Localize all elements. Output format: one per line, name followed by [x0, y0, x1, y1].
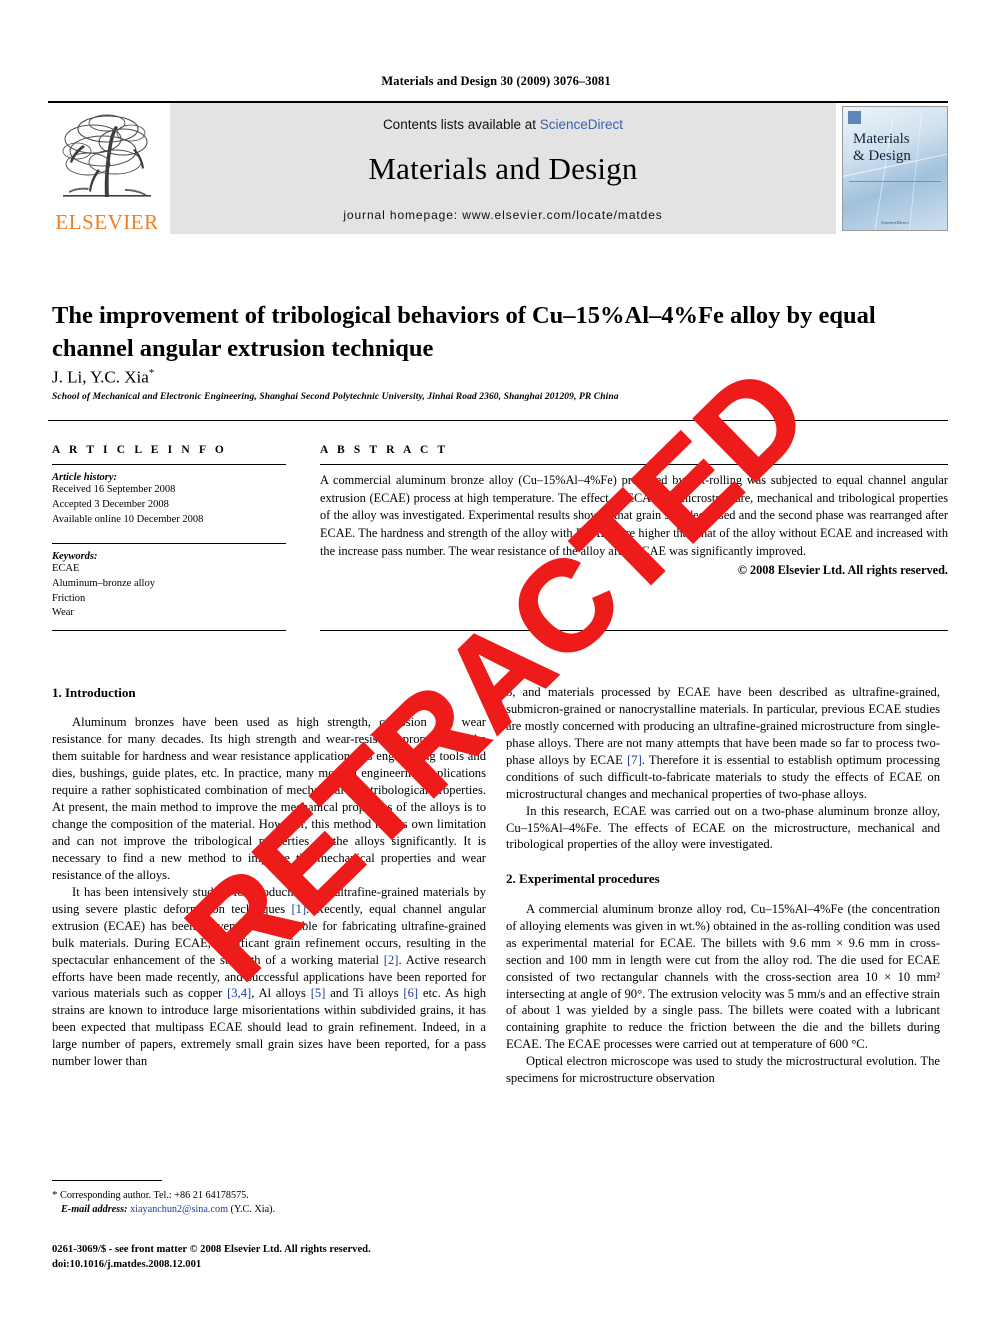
imprint-line-2[interactable]: doi:10.1016/j.matdes.2008.12.001	[52, 1258, 492, 1273]
page-title: The improvement of tribological behavior…	[52, 302, 876, 362]
paragraph: 8, and materials processed by ECAE have …	[506, 684, 940, 803]
elsevier-tree-icon	[53, 109, 161, 206]
paragraph: A commercial aluminum bronze alloy rod, …	[506, 901, 940, 1052]
citation-ref[interactable]: [3,4]	[227, 986, 251, 1000]
keyword-item: Friction	[52, 592, 86, 604]
article-info-divider-bottom	[52, 630, 286, 631]
corresponding-author-note: * Corresponding author. Tel.: +86 21 641…	[52, 1188, 492, 1203]
abstract-copyright: © 2008 Elsevier Ltd. All rights reserved…	[737, 562, 948, 577]
email-note: E-mail address: xiayanchun2@sina.com (Y.…	[52, 1203, 492, 1217]
citation-ref[interactable]: [2]	[384, 953, 399, 967]
paragraph: It has been intensively studied for prod…	[52, 884, 486, 1070]
article-info-column: A R T I C L E I N F O Article history: R…	[52, 444, 286, 623]
body-column-left: 1. Introduction Aluminum bronzes have be…	[52, 684, 486, 1070]
email-link[interactable]: xiayanchun2@sina.com	[130, 1204, 228, 1215]
article-history-received: Received 16 September 2008	[52, 484, 176, 495]
body-column-right: 8, and materials processed by ECAE have …	[506, 684, 940, 1087]
abstract-divider-bottom	[320, 630, 948, 631]
abstract-divider-top	[320, 464, 948, 465]
citation-ref[interactable]: [1]	[291, 902, 306, 916]
abstract-heading: A B S T R A C T	[320, 444, 449, 456]
keywords-label: Keywords:	[52, 550, 98, 562]
keyword-item: Wear	[52, 607, 74, 619]
citation-ref[interactable]: [6]	[403, 986, 418, 1000]
corresponding-author-marker: *	[148, 367, 155, 379]
imprint-line-1: 0261-3069/$ - see front matter © 2008 El…	[52, 1244, 371, 1255]
paragraph: Optical electron microscope was used to …	[506, 1054, 940, 1086]
journal-title: Materials and Design	[368, 151, 638, 186]
affiliation: School of Mechanical and Electronic Engi…	[52, 392, 619, 402]
paragraph: In this research, ECAE was carried out o…	[506, 803, 940, 852]
paragraph-text: , Al alloys	[251, 986, 311, 1001]
imprint: 0261-3069/$ - see front matter © 2008 El…	[52, 1243, 492, 1273]
section-heading-introduction: 1. Introduction	[52, 685, 136, 700]
article-history-block: Article history: Received 16 September 2…	[52, 472, 286, 528]
cover-title-line-1: Materials	[853, 131, 910, 147]
journal-cover-thumbnail: Materials & Design ScienceDirect	[842, 106, 948, 231]
article-info-divider-top	[52, 464, 286, 465]
journal-banner: ELSEVIER Contents lists available at Sci…	[48, 101, 948, 234]
email-suffix: (Y.C. Xia).	[228, 1204, 276, 1216]
cover-title: Materials & Design	[853, 131, 911, 166]
paper-page: Materials and Design 30 (2009) 3076–3081	[0, 0, 992, 1323]
abstract-text: A commercial aluminum bronze alloy (Cu–1…	[320, 473, 948, 558]
paragraph: Aluminum bronzes have been used as high …	[52, 715, 486, 882]
article-info-heading: A R T I C L E I N F O	[52, 444, 227, 456]
author-list: J. Li, Y.C. Xia*	[52, 367, 154, 388]
cover-divider	[849, 181, 941, 182]
keyword-item: ECAE	[52, 562, 80, 574]
cover-publisher-mark-icon	[848, 111, 861, 124]
author-names: J. Li, Y.C. Xia	[52, 367, 149, 387]
banner-center: Contents lists available at ScienceDirec…	[170, 103, 836, 234]
header-divider	[48, 420, 948, 421]
paragraph-text: and Ti alloys	[325, 986, 404, 1001]
cover-footer-text: ScienceDirect	[881, 220, 909, 225]
cover-title-line-2: & Design	[853, 148, 911, 165]
sciencedirect-link[interactable]: ScienceDirect	[540, 117, 623, 132]
keywords-block: Keywords: ECAE Aluminum–bronze alloy Fri…	[52, 551, 286, 622]
keyword-item: Aluminum–bronze alloy	[52, 577, 155, 589]
section-heading-experimental: 2. Experimental procedures	[506, 871, 660, 887]
contents-prefix: Contents lists available at	[382, 117, 540, 132]
abstract-column: A B S T R A C T A commercial aluminum br…	[320, 444, 948, 578]
elsevier-wordmark: ELSEVIER	[55, 210, 159, 234]
journal-homepage-line[interactable]: journal homepage: www.elsevier.com/locat…	[170, 208, 836, 222]
elsevier-logo: ELSEVIER	[48, 103, 166, 234]
article-history-accepted: Accepted 3 December 2008	[52, 498, 169, 510]
running-head: Materials and Design 30 (2009) 3076–3081	[381, 74, 611, 88]
article-history-online: Available online 10 December 2008	[52, 513, 204, 525]
footnote-divider	[52, 1180, 162, 1181]
footnote: * Corresponding author. Tel.: +86 21 641…	[52, 1188, 492, 1217]
article-history-label: Article history:	[52, 472, 118, 483]
article-info-divider-mid	[52, 542, 286, 544]
email-label: E-mail address:	[61, 1204, 128, 1216]
citation-ref[interactable]: [7]	[627, 753, 642, 767]
citation-ref[interactable]: [5]	[311, 986, 326, 1000]
contents-available-line: Contents lists available at ScienceDirec…	[170, 117, 836, 132]
corresponding-author-text: Corresponding author. Tel.: +86 21 64178…	[57, 1190, 249, 1201]
